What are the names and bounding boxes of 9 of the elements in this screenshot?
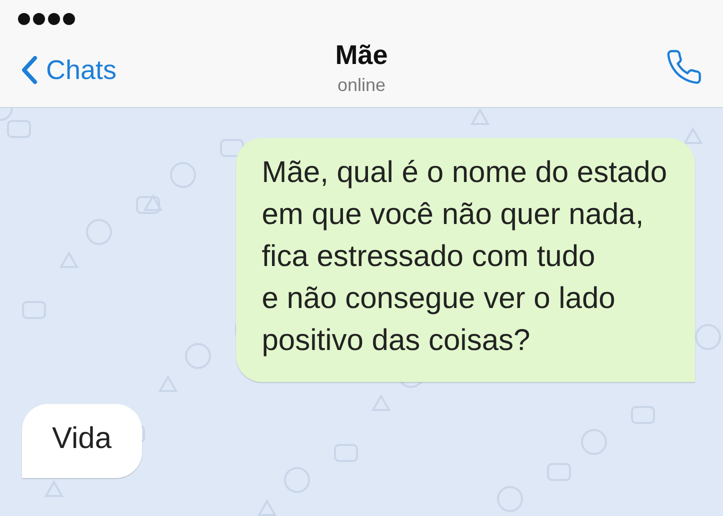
back-button[interactable]: Chats bbox=[20, 50, 117, 90]
signal-icon bbox=[18, 13, 78, 25]
chat-title: Mãe bbox=[335, 39, 388, 72]
status-text: online bbox=[337, 74, 386, 97]
phone-icon bbox=[665, 48, 703, 86]
chevron-left-icon bbox=[20, 55, 38, 86]
message-text: Vida bbox=[52, 421, 112, 457]
call-button[interactable] bbox=[665, 48, 703, 86]
message-text: Mãe, qual é o nome do estado em que você não quer nada, fica estressado com tudo e não consegue ver o lado positivo das coisas? bbox=[262, 155, 667, 359]
